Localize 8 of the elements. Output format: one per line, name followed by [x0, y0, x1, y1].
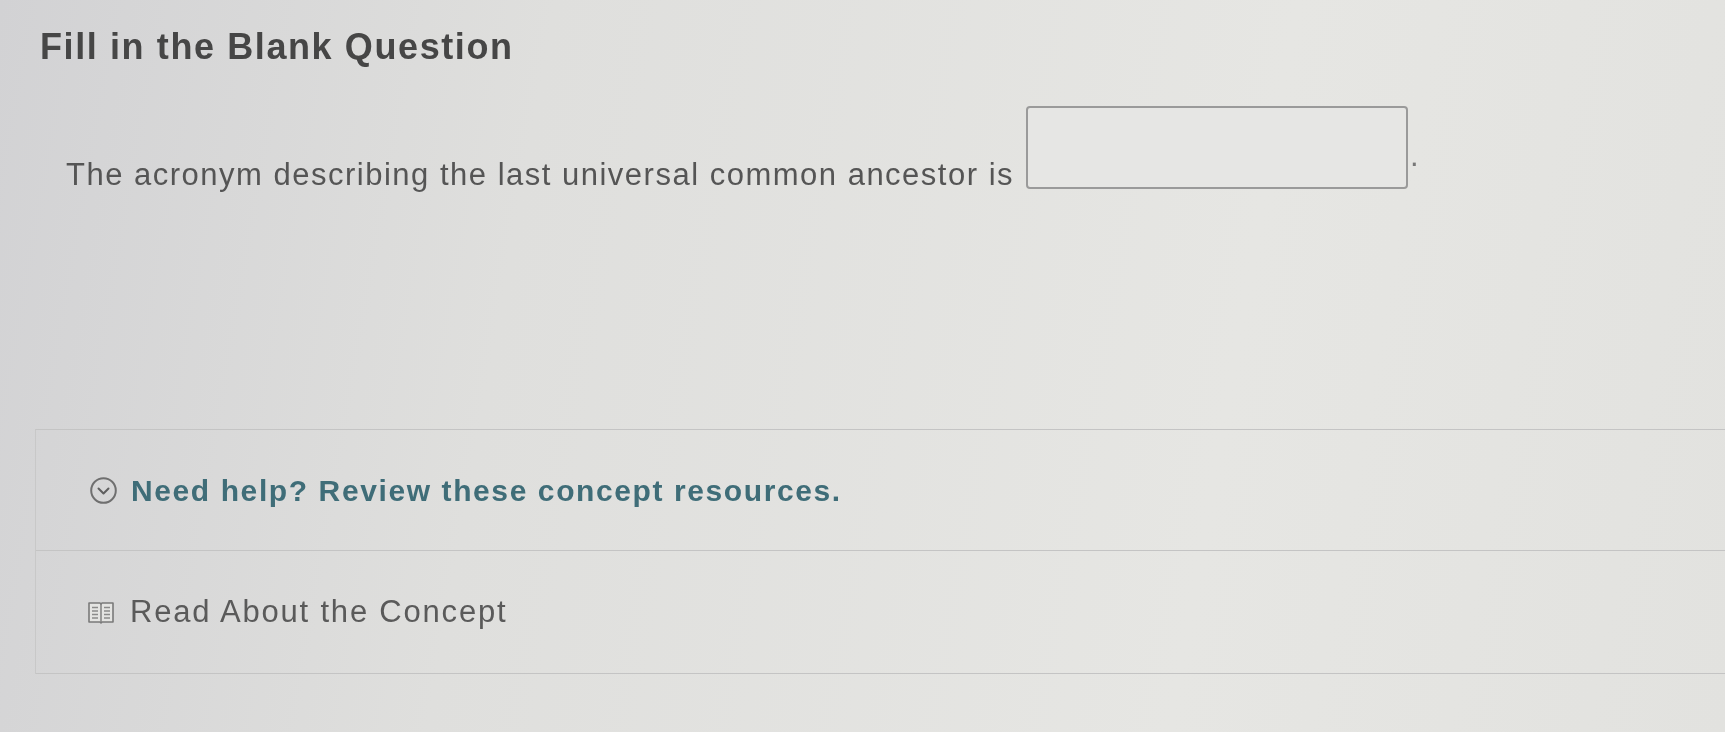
answer-box[interactable]	[1026, 106, 1409, 190]
chevron-down-icon	[90, 476, 117, 504]
period-text: .	[1410, 139, 1419, 176]
book-icon	[88, 600, 114, 625]
help-toggle[interactable]: Need help? Review these concept resources.	[90, 467, 842, 513]
resource-link[interactable]: Read About the Concept	[88, 588, 508, 636]
question-text: The acronym describing the last universal common ancestor is	[66, 158, 1015, 193]
question-title: Fill in the Blank Question	[40, 25, 515, 69]
